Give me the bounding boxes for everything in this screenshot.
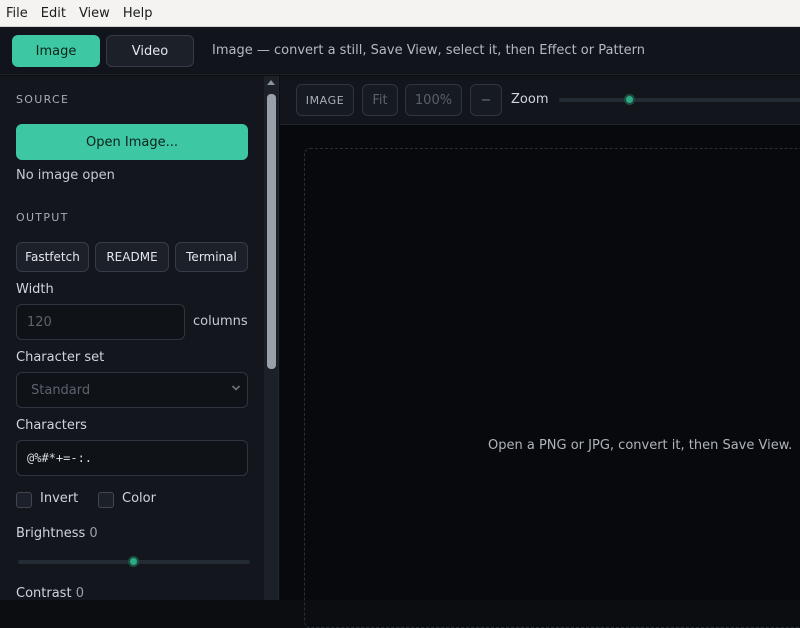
video-mode-button[interactable]: Video <box>106 35 194 67</box>
menu-help[interactable]: Help <box>123 0 153 27</box>
fit-button[interactable]: Fit <box>362 84 398 116</box>
invert-label: Invert <box>40 491 79 506</box>
contrast-value: 0 <box>75 586 84 600</box>
width-input[interactable]: 120 <box>16 304 185 340</box>
width-label: Width <box>16 282 54 297</box>
image-status: No image open <box>16 168 115 183</box>
characters-label: Characters <box>16 418 87 433</box>
zoom-value-button[interactable]: 100% <box>405 84 462 116</box>
scrollbar-thumb[interactable] <box>267 94 276 369</box>
brightness-slider-thumb[interactable] <box>128 556 139 567</box>
mode-hint: Image — convert a still, Save View, sele… <box>212 43 645 58</box>
color-label: Color <box>122 491 156 506</box>
preset-readme-button[interactable]: README <box>95 242 169 272</box>
sidebar-scrollbar[interactable] <box>264 76 279 600</box>
canvas-area: Open a PNG or JPG, convert it, then Save… <box>280 125 800 628</box>
source-section-title: SOURCE <box>16 93 70 106</box>
mode-bar: Image Video Image — convert a still, Sav… <box>0 27 800 75</box>
zoom-slider-thumb[interactable] <box>624 94 635 105</box>
image-drop-zone[interactable] <box>304 148 800 628</box>
image-view-button[interactable]: IMAGE <box>296 84 354 116</box>
output-section-title: OUTPUT <box>16 211 69 224</box>
brightness-value: 0 <box>89 526 98 541</box>
canvas-placeholder-message: Open a PNG or JPG, convert it, then Save… <box>488 438 793 453</box>
menu-bar: File Edit View Help <box>0 0 800 27</box>
characters-input[interactable]: @%#*+=-:. <box>16 440 248 476</box>
view-toolbar: IMAGE Fit 100% − Zoom <box>280 76 800 125</box>
zoom-label: Zoom <box>511 92 549 107</box>
contrast-label: Contrast <box>16 586 72 600</box>
charset-value: Standard <box>31 382 91 398</box>
width-unit: columns <box>193 314 248 329</box>
menu-file[interactable]: File <box>6 0 28 27</box>
scroll-up-arrow-icon[interactable] <box>267 80 275 85</box>
contrast-row: Contrast 0 <box>16 586 84 600</box>
charset-label: Character set <box>16 350 105 365</box>
zoom-out-button[interactable]: − <box>470 84 502 116</box>
sidebar: SOURCE Open Image... No image open OUTPU… <box>0 76 264 600</box>
brightness-label: Brightness <box>16 526 86 541</box>
preset-terminal-button[interactable]: Terminal <box>175 242 248 272</box>
menu-edit[interactable]: Edit <box>41 0 66 27</box>
color-checkbox[interactable] <box>98 492 114 508</box>
open-image-button[interactable]: Open Image... <box>16 124 248 160</box>
charset-select[interactable]: Standard <box>16 372 248 408</box>
brightness-row: Brightness 0 <box>16 526 98 541</box>
zoom-slider-track[interactable] <box>559 98 800 102</box>
chevron-down-icon <box>231 385 241 391</box>
menu-view[interactable]: View <box>79 0 110 27</box>
image-mode-button[interactable]: Image <box>12 35 100 67</box>
invert-checkbox[interactable] <box>16 492 32 508</box>
preset-fastfetch-button[interactable]: Fastfetch <box>16 242 89 272</box>
